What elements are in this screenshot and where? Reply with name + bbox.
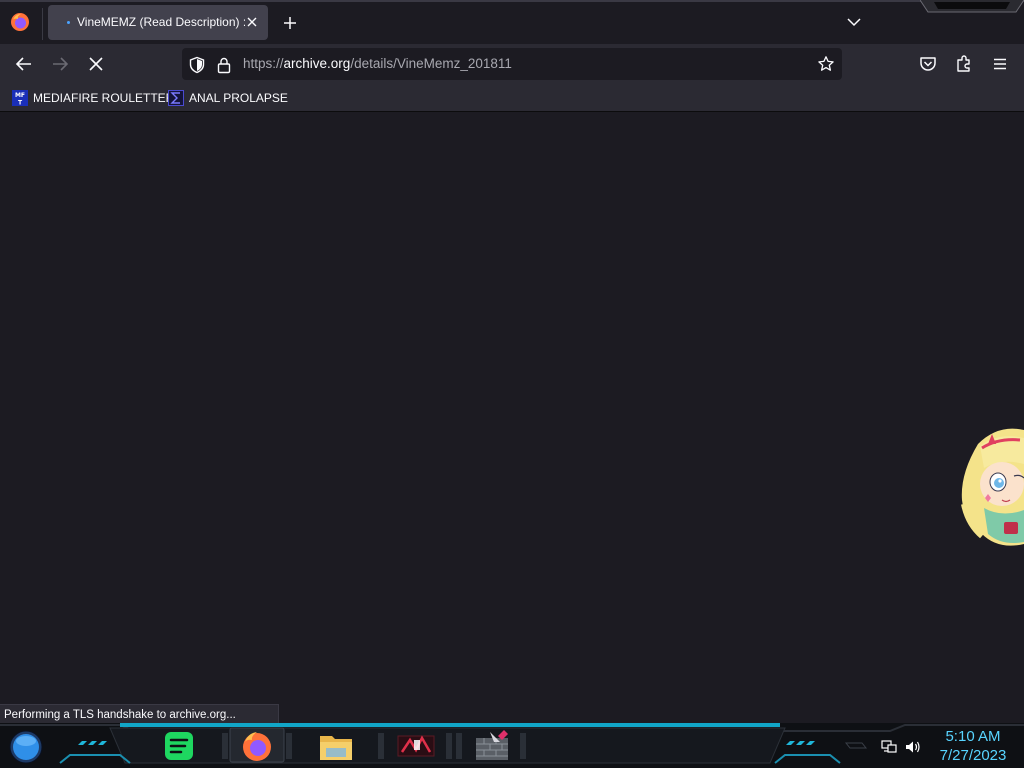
mft-favicon-icon: MF T xyxy=(12,90,28,106)
url-scheme: https:// xyxy=(243,56,284,71)
start-orb-icon[interactable] xyxy=(8,730,44,764)
bookmark-anal-prolapse[interactable]: ANAL PROLAPSE xyxy=(168,89,288,107)
stop-loading-icon[interactable] xyxy=(84,52,108,76)
tab-title: VineMEMZ (Read Description) : xyxy=(77,15,245,29)
sigma-favicon-icon xyxy=(168,90,184,106)
svg-text:MF: MF xyxy=(15,92,25,99)
navigation-toolbar: https://archive.org/details/VineMemz_201… xyxy=(0,44,1024,84)
page-content-area[interactable] xyxy=(0,113,1024,723)
clock-date: 7/27/2023 xyxy=(939,747,1007,764)
url-path: /details/VineMemz_201811 xyxy=(350,56,512,71)
list-all-tabs-chevron-down-icon[interactable] xyxy=(844,13,864,31)
extensions-puzzle-icon[interactable] xyxy=(954,54,974,74)
bookmarks-toolbar: MF T MEDIAFIRE ROULETTER ANAL PROLAPSE xyxy=(0,84,1024,112)
pocket-icon[interactable] xyxy=(918,54,938,74)
url-host: archive.org xyxy=(283,56,351,71)
tracking-protection-shield-icon[interactable] xyxy=(188,56,206,74)
bookmark-star-icon[interactable] xyxy=(817,55,835,73)
address-bar[interactable]: https://archive.org/details/VineMemz_201… xyxy=(182,48,842,80)
lock-icon[interactable] xyxy=(216,56,232,74)
system-clock[interactable]: 5:10 AM 7/27/2023 xyxy=(928,727,1018,765)
clock-time: 5:10 AM xyxy=(945,728,1001,745)
firefox-taskbar-icon[interactable] xyxy=(235,728,279,764)
network-icon[interactable] xyxy=(880,739,898,755)
loading-dot-icon xyxy=(67,21,70,24)
bookmark-label: MEDIAFIRE ROULETTER xyxy=(33,91,175,105)
volume-speaker-icon[interactable] xyxy=(904,739,922,755)
tab-vinememz[interactable]: VineMEMZ (Read Description) : xyxy=(48,5,268,40)
bookmark-label: ANAL PROLAPSE xyxy=(189,91,288,105)
menu-hamburger-icon[interactable] xyxy=(990,54,1010,74)
back-arrow-icon[interactable] xyxy=(12,52,36,76)
bookmark-mediafire-rouletter[interactable]: MF T MEDIAFIRE ROULETTER xyxy=(12,89,174,107)
tab-strip: VineMEMZ (Read Description) : xyxy=(0,0,1024,44)
url-text[interactable]: https://archive.org/details/VineMemz_201… xyxy=(243,56,512,71)
games-app-icon[interactable] xyxy=(470,728,514,764)
star-butterfly-mascot-icon xyxy=(961,428,1024,546)
new-tab-icon[interactable] xyxy=(280,13,300,33)
close-tab-icon[interactable] xyxy=(244,14,260,30)
taskbar: 5:10 AM 7/27/2023 xyxy=(0,723,1024,768)
forward-arrow-icon[interactable] xyxy=(48,52,72,76)
tab-separator xyxy=(42,8,43,40)
titlebar-decoration xyxy=(920,0,1024,13)
media-app-icon[interactable] xyxy=(394,728,438,764)
firefox-app-icon[interactable] xyxy=(10,12,30,32)
file-explorer-folder-icon[interactable] xyxy=(314,728,358,764)
spotify-app-icon[interactable] xyxy=(157,728,201,764)
